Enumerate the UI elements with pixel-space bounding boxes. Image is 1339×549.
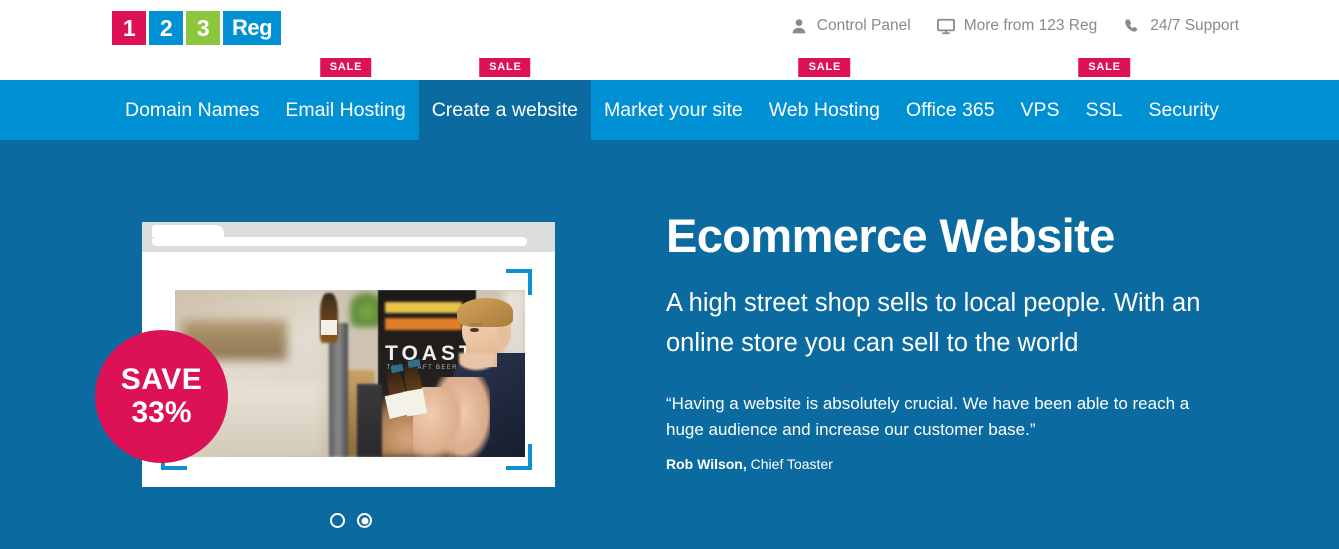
nav-item-web-hosting[interactable]: SALE Web Hosting xyxy=(756,58,893,140)
nav-label-domain-names: Domain Names xyxy=(125,98,260,121)
carousel-dots xyxy=(330,513,372,528)
hero-photo: TOAST THE CRAFT BEER TOAST xyxy=(175,290,525,457)
sale-badge-web-hosting: SALE xyxy=(798,58,851,77)
sale-badge-email-hosting: SALE xyxy=(319,58,372,77)
nav-label-email-hosting: Email Hosting xyxy=(285,98,406,121)
carousel-dot-2[interactable] xyxy=(357,513,372,528)
nav-label-vps: VPS xyxy=(1020,98,1060,121)
logo-123reg[interactable]: 1 2 3 Reg xyxy=(112,11,281,45)
topnav-label-control-panel: Control Panel xyxy=(816,17,911,34)
logo-cell-reg: Reg xyxy=(223,11,281,45)
hero-banner: TOAST THE CRAFT BEER TOAST SAVE 33% Ecom… xyxy=(0,140,1339,549)
save-badge-line2: 33% xyxy=(131,395,192,429)
nav-label-web-hosting: Web Hosting xyxy=(768,98,881,121)
nav-item-domain-names[interactable]: Domain Names xyxy=(112,80,272,140)
logo-cell-1: 1 xyxy=(112,11,146,45)
corner-bracket-top-right xyxy=(506,269,532,295)
attribution-name: Rob Wilson, xyxy=(666,456,747,473)
logo-cell-2: 2 xyxy=(149,11,183,45)
topnav-item-support[interactable]: 24/7 Support xyxy=(1123,17,1239,35)
hero-title: Ecommerce Website xyxy=(666,209,1115,262)
hero-subtitle: A high street shop sells to local people… xyxy=(666,288,1201,357)
nav-label-office-365: Office 365 xyxy=(906,98,995,121)
nav-item-vps[interactable]: VPS xyxy=(1008,80,1073,140)
utility-nav: Control Panel More from 123 Reg 24/7 Sup… xyxy=(790,17,1239,35)
nav-label-market-your-site: Market your site xyxy=(604,98,743,121)
save-badge-line1: SAVE xyxy=(120,363,203,397)
nav-item-security[interactable]: Security xyxy=(1135,80,1231,140)
topnav-item-more-from-123reg[interactable]: More from 123 Reg xyxy=(936,17,1098,35)
nav-item-create-a-website[interactable]: SALE Create a website xyxy=(418,58,592,140)
nav-item-email-hosting[interactable]: SALE Email Hosting xyxy=(272,58,418,140)
hero-testimonial-quote: “Having a website is absolutely crucial.… xyxy=(666,394,1190,440)
monitor-icon xyxy=(936,17,955,35)
carousel-dot-1[interactable] xyxy=(330,513,345,528)
sale-badge-ssl: SALE xyxy=(1078,58,1130,77)
topnav-label-support: 24/7 Support xyxy=(1150,17,1239,34)
topnav-item-control-panel[interactable]: Control Panel xyxy=(790,17,911,35)
topnav-label-more-from-123reg: More from 123 Reg xyxy=(963,17,1098,34)
logo-cell-3: 3 xyxy=(186,11,220,45)
corner-bracket-bottom-right xyxy=(506,444,532,470)
nav-item-ssl[interactable]: SALE SSL xyxy=(1073,58,1136,140)
nav-label-create-a-website: Create a website xyxy=(431,98,579,121)
phone-icon xyxy=(1123,17,1141,35)
user-icon xyxy=(790,17,808,35)
save-badge: SAVE 33% xyxy=(95,330,228,463)
browser-chrome-bar xyxy=(142,222,555,252)
attribution-role: Chief Toaster xyxy=(750,456,833,473)
main-navigation: Domain Names SALE Email Hosting SALE Cre… xyxy=(0,58,1339,140)
nav-item-office-365[interactable]: Office 365 xyxy=(893,80,1008,140)
browser-tab-shape xyxy=(152,225,224,237)
browser-address-bar xyxy=(152,237,527,246)
nav-label-ssl: SSL xyxy=(1085,98,1123,121)
hero-copy: Ecommerce Website A high street shop sel… xyxy=(666,209,1246,472)
nav-item-market-your-site[interactable]: Market your site xyxy=(591,80,756,140)
top-bar: 1 2 3 Reg Control Panel More from 123 Re… xyxy=(0,0,1339,80)
sale-badge-create-a-website: SALE xyxy=(479,58,531,77)
nav-label-security: Security xyxy=(1148,98,1219,121)
hero-testimonial-attribution: Rob Wilson, Chief Toaster xyxy=(666,456,1246,472)
